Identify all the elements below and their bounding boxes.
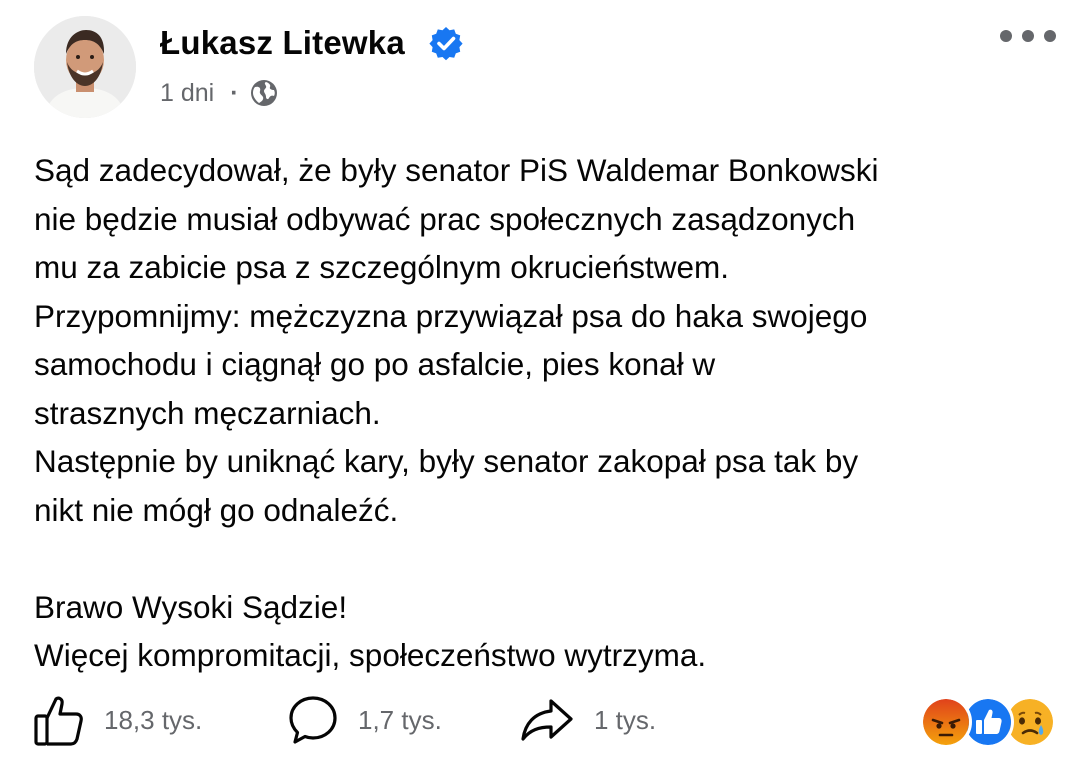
comment-button[interactable]: 1,7 tys. <box>288 690 442 750</box>
dot-icon <box>1044 30 1056 42</box>
verified-badge-icon <box>428 25 464 61</box>
dot-icon <box>1000 30 1012 42</box>
share-button[interactable]: 1 tys. <box>520 690 656 750</box>
meta-separator: · <box>230 78 239 107</box>
like-count: 18,3 tys. <box>104 704 203 735</box>
share-arrow-icon <box>521 699 573 741</box>
post-body-line: Następnie by uniknąć kary, były senator … <box>34 443 859 479</box>
post-timestamp[interactable]: 1 dni <box>160 79 214 108</box>
post-body-line: nikt nie mógł go odnaleźć. <box>34 491 399 528</box>
post-body-line: samochodu i ciągnął go po asfalcie, pies… <box>34 346 716 382</box>
more-options-icon[interactable] <box>1000 24 1056 48</box>
share-count: 1 tys. <box>594 704 657 735</box>
post-body-line: Sąd zadecydował, że były senator PiS Wal… <box>34 152 879 188</box>
like-button[interactable]: 18,3 tys. <box>34 690 202 750</box>
avatar-photo-icon <box>34 16 136 118</box>
dot-icon <box>1022 30 1034 42</box>
facebook-post: Łukasz Litewka 1 dni · Sąd zadecydował, … <box>0 0 1080 760</box>
post-body-line: strasznych męczarniach. <box>34 394 381 431</box>
post-body: Sąd zadecydował, że były senator PiS Wal… <box>34 146 1054 680</box>
post-body-line: Przypomnijmy: mężczyzna przywiązał psa d… <box>34 297 868 334</box>
post-body-line: Więcej kompromitacji, społeczeństwo wytr… <box>34 637 707 673</box>
comment-bubble-icon <box>289 696 337 744</box>
post-body-blank-line <box>34 534 1054 583</box>
post-meta: 1 dni · <box>160 76 279 110</box>
author-avatar[interactable] <box>34 16 136 118</box>
reactions-summary[interactable] <box>920 696 1056 748</box>
post-body-line: Brawo Wysoki Sądzie! <box>34 588 348 625</box>
author-name[interactable]: Łukasz Litewka <box>160 24 405 62</box>
globe-icon[interactable] <box>249 78 279 108</box>
angry-reaction-icon <box>920 696 972 748</box>
thumbs-up-icon <box>34 696 83 746</box>
post-body-line: nie będzie musiał odbywać prac społeczny… <box>34 200 856 237</box>
post-body-line: mu za zabicie psa z szczególnym okrucień… <box>34 249 730 285</box>
action-bar: 18,3 tys. 1,7 tys. 1 tys. <box>0 690 1080 750</box>
comment-count: 1,7 tys. <box>358 704 442 735</box>
